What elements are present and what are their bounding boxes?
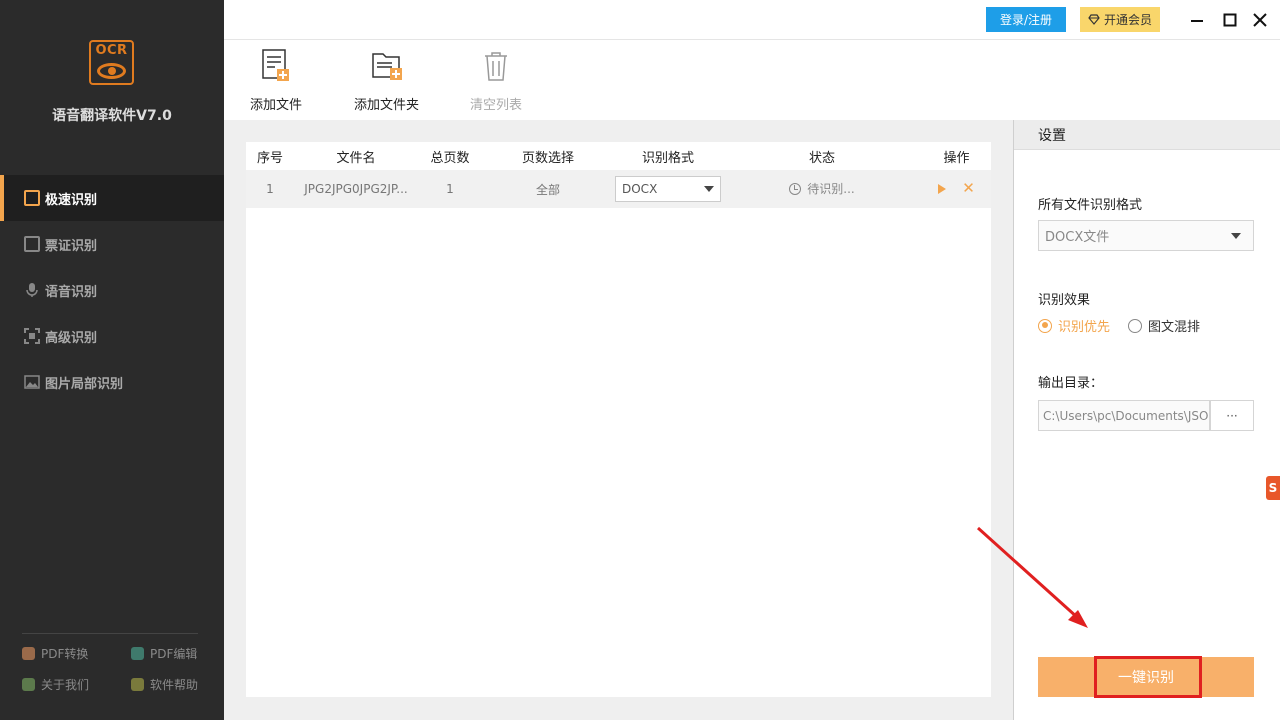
toolbar: 添加文件 添加文件夹 清空列表 xyxy=(224,40,1280,120)
format-label: 所有文件识别格式 xyxy=(1038,198,1143,213)
add-folder-icon xyxy=(371,53,402,80)
radio-dot xyxy=(1038,318,1052,333)
about-us-link[interactable]: 关于我们 xyxy=(22,676,89,693)
output-path-field[interactable]: C:\Users\pc\Documents\JSO xyxy=(1038,400,1210,431)
row-format-cell: DOCX xyxy=(614,176,722,202)
highlight-box xyxy=(1094,656,1202,698)
radio-label: 识别优先 xyxy=(1058,320,1111,335)
chevron-down-icon xyxy=(1231,232,1241,239)
chevron-down-icon xyxy=(704,186,714,192)
sidebar-item-label: 图片局部识别 xyxy=(45,376,124,392)
clear-list-label: 清空列表 xyxy=(470,98,523,113)
title-bar: 登录/注册 开通会员 xyxy=(224,0,1280,40)
col-pages-header: 总页数 xyxy=(430,150,470,166)
app-logo: OCR xyxy=(89,40,134,85)
row-pages: 1 xyxy=(446,182,454,196)
sidebar-item-label: 高级识别 xyxy=(45,330,98,346)
col-status-header: 状态 xyxy=(808,150,835,166)
lightning-edit-icon xyxy=(24,190,40,206)
file-table: 序号 文件名 总页数 页数选择 识别格式 状态 操作 1 JPG2JPG0JPG… xyxy=(246,142,991,697)
help-link[interactable]: 软件帮助 xyxy=(131,676,198,693)
pdf-edit-link[interactable]: PDF编辑 xyxy=(131,645,197,662)
diamond-icon xyxy=(1088,14,1100,25)
output-dir-label: 输出目录： xyxy=(1038,376,1104,391)
all-files-format-select[interactable]: DOCX文件 xyxy=(1038,220,1254,251)
row-actions: ✕ xyxy=(922,181,991,197)
logo-text: OCR xyxy=(95,43,128,58)
ticket-icon xyxy=(24,236,40,252)
format-select-value: DOCX文件 xyxy=(1045,230,1110,245)
table-row[interactable]: 1 JPG2JPG0JPG2JP... 1 全部 DOCX 待识别... ✕ xyxy=(246,170,991,208)
table-header: 序号 文件名 总页数 页数选择 识别格式 状态 操作 xyxy=(246,142,991,170)
status-text-wrap: 待识别... xyxy=(789,180,855,197)
col-format-header: 识别格式 xyxy=(641,150,694,166)
col-index-header: 序号 xyxy=(256,150,283,166)
sidebar-item-label: 票证识别 xyxy=(45,238,98,254)
microphone-icon xyxy=(24,282,40,298)
format-select-value: DOCX xyxy=(622,182,658,196)
radio-label: 图文混排 xyxy=(1148,320,1201,335)
maximize-icon[interactable] xyxy=(1219,9,1241,31)
radio-recognition-priority[interactable]: 识别优先 xyxy=(1038,316,1110,335)
link-label: PDF编辑 xyxy=(150,647,198,661)
sidebar-item-advanced-recognition[interactable]: 高级识别 xyxy=(0,313,224,359)
trash-icon xyxy=(485,52,507,81)
vip-button[interactable]: 开通会员 xyxy=(1080,7,1160,32)
radio-mixed-layout[interactable]: 图文混排 xyxy=(1128,316,1200,335)
col-actions-header: 操作 xyxy=(943,150,970,166)
vip-label: 开通会员 xyxy=(1103,13,1152,27)
pdf-edit-icon xyxy=(131,647,144,660)
clear-list-button[interactable]: 清空列表 xyxy=(470,48,522,113)
image-icon xyxy=(24,374,40,390)
settings-panel: 设置 所有文件识别格式 DOCX文件 识别效果 识别优先 图文混排 输出目录： … xyxy=(1013,120,1280,720)
add-folder-label: 添加文件夹 xyxy=(354,98,420,113)
help-icon xyxy=(131,678,144,691)
play-icon[interactable] xyxy=(938,183,947,194)
side-float-icon[interactable]: S xyxy=(1266,476,1280,500)
sidebar-item-label: 极速识别 xyxy=(45,192,98,208)
col-page-select-header: 页数选择 xyxy=(521,150,574,166)
close-icon[interactable] xyxy=(1249,9,1271,31)
login-register-button[interactable]: 登录/注册 xyxy=(986,7,1066,32)
settings-title: 设置 xyxy=(1014,120,1280,150)
row-index: 1 xyxy=(266,182,274,196)
app-title: 语音翻译软件V7.0 xyxy=(52,108,172,124)
pdf-convert-icon xyxy=(22,647,35,660)
sidebar-item-voice-recognition[interactable]: 语音识别 xyxy=(0,267,224,313)
row-filename: JPG2JPG0JPG2JP... xyxy=(304,182,408,196)
sidebar-item-image-partial-recognition[interactable]: 图片局部识别 xyxy=(0,359,224,405)
sidebar: OCR 语音翻译软件V7.0 极速识别 票证识别 语音识别 高级识别 图片局部识… xyxy=(0,0,224,720)
radio-dot xyxy=(1128,318,1143,333)
delete-icon[interactable]: ✕ xyxy=(962,181,975,196)
add-file-label: 添加文件 xyxy=(250,98,303,113)
effect-label: 识别效果 xyxy=(1038,293,1091,308)
clock-icon xyxy=(789,182,802,195)
col-filename-header: 文件名 xyxy=(336,150,376,166)
link-label: 软件帮助 xyxy=(150,678,199,692)
format-select[interactable]: DOCX xyxy=(615,176,721,202)
row-page-select[interactable]: 全部 xyxy=(482,181,614,198)
add-folder-button[interactable]: 添加文件夹 xyxy=(354,48,419,113)
eye-icon xyxy=(97,63,126,79)
add-file-button[interactable]: 添加文件 xyxy=(250,48,302,113)
add-file-icon xyxy=(262,49,289,81)
row-status-cell: 待识别... xyxy=(722,180,922,198)
sidebar-nav: 极速识别 票证识别 语音识别 高级识别 图片局部识别 xyxy=(0,175,224,405)
minimize-icon[interactable] xyxy=(1186,9,1208,31)
pdf-convert-link[interactable]: PDF转换 xyxy=(22,645,88,662)
row-status: 待识别... xyxy=(807,182,855,197)
scan-frame-icon xyxy=(24,328,40,344)
effect-radio-group: 识别优先 图文混排 xyxy=(1038,316,1200,335)
link-label: 关于我们 xyxy=(41,678,90,692)
sidebar-item-label: 语音识别 xyxy=(45,284,98,300)
info-icon xyxy=(22,678,35,691)
browse-button[interactable]: ··· xyxy=(1210,400,1254,431)
link-label: PDF转换 xyxy=(41,647,89,661)
sidebar-divider xyxy=(22,633,198,634)
sidebar-item-fast-recognition[interactable]: 极速识别 xyxy=(0,175,224,221)
file-list-area: 序号 文件名 总页数 页数选择 识别格式 状态 操作 1 JPG2JPG0JPG… xyxy=(224,120,1013,720)
sidebar-item-ticket-recognition[interactable]: 票证识别 xyxy=(0,221,224,267)
